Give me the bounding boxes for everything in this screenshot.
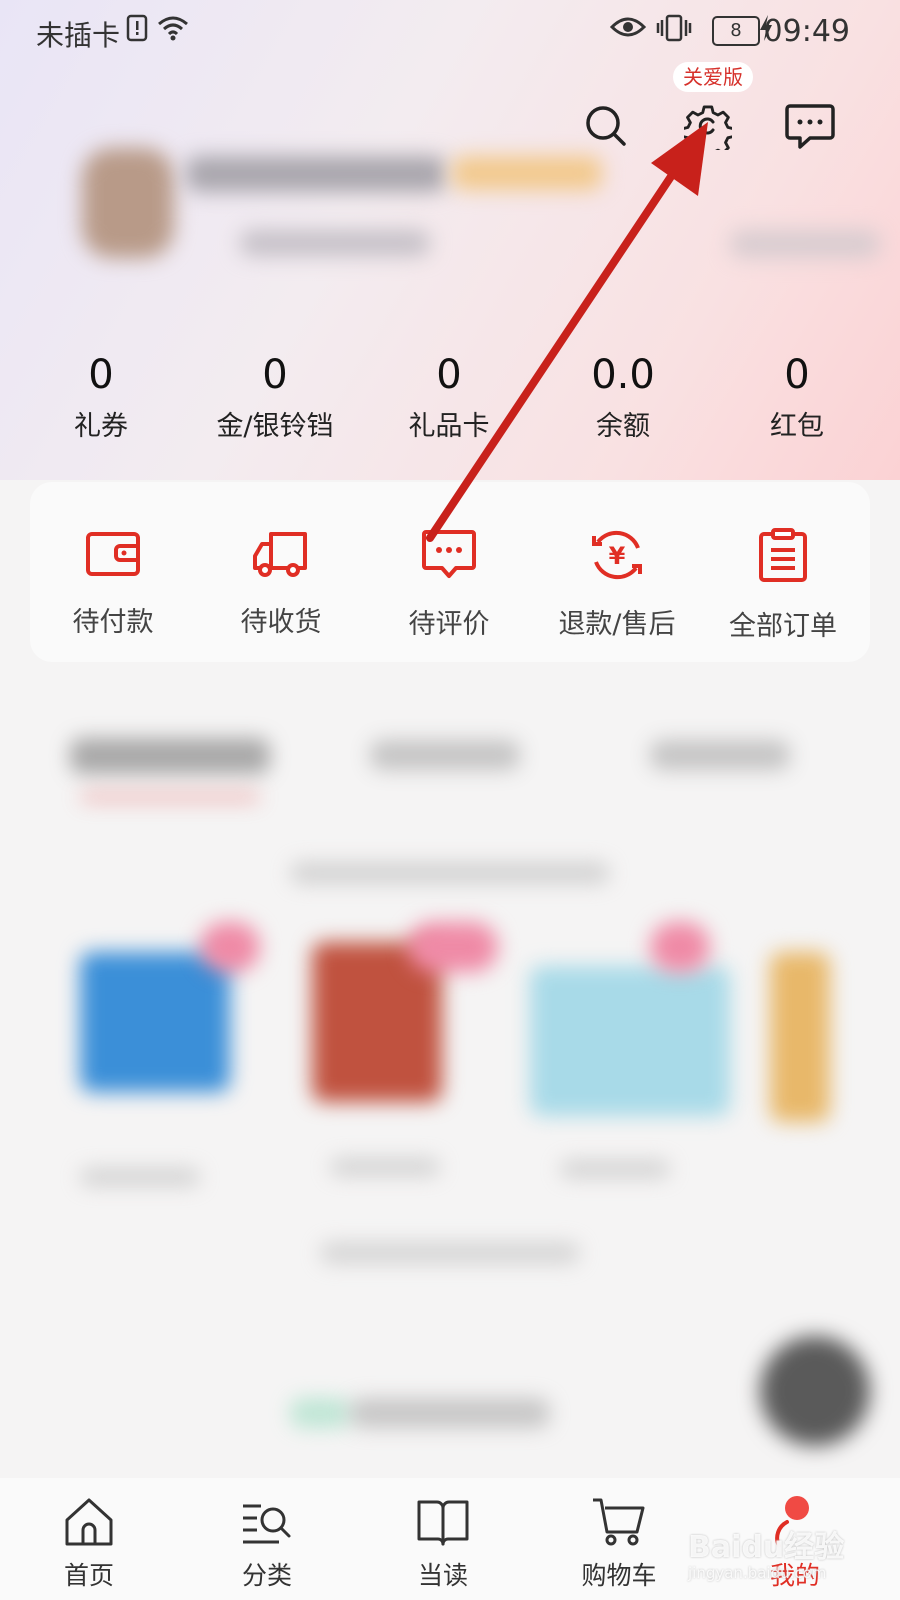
order-label: 待收货 <box>240 607 322 638</box>
blurred-product-title <box>330 1158 440 1176</box>
stat-value: 0 <box>88 352 114 398</box>
order-pending-review[interactable]: 待评价 <box>364 528 534 641</box>
stat-balance[interactable]: 0.0 余额 <box>536 352 710 443</box>
blurred-section-tab[interactable] <box>70 738 270 774</box>
stat-label: 红包 <box>770 411 824 442</box>
blurred-product-image[interactable] <box>770 952 830 1122</box>
search-icon <box>586 106 626 146</box>
stat-coupons[interactable]: 0 礼券 <box>14 352 188 443</box>
stat-red-packets[interactable]: 0 红包 <box>710 352 884 443</box>
order-all-orders[interactable]: 全部订单 <box>698 528 868 643</box>
blurred-product-image[interactable] <box>530 966 730 1116</box>
order-label: 待付款 <box>72 607 154 638</box>
blurred-product-badge <box>408 922 498 972</box>
stat-value: 0 <box>784 352 810 398</box>
stat-value: 0.0 <box>591 352 655 398</box>
messages-button[interactable] <box>782 98 838 154</box>
search-button[interactable] <box>578 98 634 154</box>
tab-label: 首页 <box>63 1561 114 1590</box>
blurred-section-tab[interactable] <box>650 740 790 770</box>
tab-reading[interactable]: 当读 <box>388 1496 498 1592</box>
refund-icon: ¥ <box>592 530 642 580</box>
blurred-username <box>186 156 446 192</box>
eye-icon <box>609 14 647 47</box>
sim-alert-icon <box>126 14 148 49</box>
stat-value: 0 <box>436 352 462 398</box>
stat-bells[interactable]: 0 金/银铃铛 <box>188 352 362 443</box>
stat-label: 金/银铃铛 <box>216 411 334 442</box>
stat-value: 0 <box>262 352 288 398</box>
home-icon <box>65 1498 113 1546</box>
blurred-member-tag <box>452 156 602 190</box>
order-refund-aftersale[interactable]: ¥ 退款/售后 <box>532 528 702 641</box>
category-icon <box>243 1504 291 1544</box>
clock: 09:49 <box>763 14 850 49</box>
blurred-link <box>730 230 880 258</box>
book-icon <box>417 1500 469 1546</box>
watermark-text: Baidu经验 <box>688 1530 845 1565</box>
blurred-tab-indicator <box>80 792 260 802</box>
order-pending-receipt[interactable]: 待收货 <box>196 528 366 639</box>
wifi-icon <box>156 14 190 49</box>
wallet-icon <box>86 532 140 576</box>
blurred-subtitle <box>240 230 430 256</box>
tab-label: 分类 <box>241 1561 292 1590</box>
blurred-heading <box>290 862 610 884</box>
blurred-product-title <box>560 1160 670 1178</box>
svg-text:¥: ¥ <box>609 542 626 570</box>
status-bar: 未插卡 8 09:49 <box>0 0 900 62</box>
tab-cart[interactable]: 购物车 <box>564 1496 674 1592</box>
cart-icon <box>593 1498 645 1546</box>
care-mode-badge[interactable]: 关爱版 <box>673 62 753 92</box>
avatar[interactable] <box>82 148 174 258</box>
tab-label: 购物车 <box>581 1561 657 1590</box>
comment-icon <box>422 530 476 578</box>
truck-icon <box>253 532 307 577</box>
stat-label: 礼券 <box>74 411 128 442</box>
clipboard-icon <box>759 528 807 582</box>
settings-button[interactable] <box>680 98 736 154</box>
account-stats: 0 礼券 0 金/银铃铛 0 礼品卡 0.0 余额 0 红包 <box>0 352 900 443</box>
stat-label: 余额 <box>596 411 650 442</box>
vibrate-icon <box>656 14 692 49</box>
watermark: Baidu经验 jingyan.baidu.com <box>688 1522 844 1582</box>
blurred-tag <box>290 1398 350 1428</box>
blurred-product-title <box>80 1168 200 1186</box>
tab-category[interactable]: 分类 <box>212 1496 322 1592</box>
tab-label: 当读 <box>417 1561 468 1590</box>
blurred-product-badge <box>650 922 710 972</box>
blurred-section-tab[interactable] <box>370 740 520 770</box>
blurred-divider-text <box>320 1242 580 1264</box>
blurred-text <box>350 1398 550 1428</box>
blurred-product-badge <box>200 922 260 972</box>
stat-gift-cards[interactable]: 0 礼品卡 <box>362 352 536 443</box>
order-label: 全部订单 <box>729 611 837 642</box>
blurred-product-image[interactable] <box>80 952 230 1092</box>
tab-home[interactable]: 首页 <box>34 1496 144 1592</box>
stat-label: 礼品卡 <box>408 411 490 442</box>
order-label: 待评价 <box>408 609 490 640</box>
message-icon <box>785 104 835 149</box>
order-pending-payment[interactable]: 待付款 <box>28 528 198 639</box>
carrier-text: 未插卡 <box>36 19 121 52</box>
gear-icon <box>684 105 732 150</box>
floating-button[interactable] <box>760 1336 870 1446</box>
watermark-url: jingyan.baidu.com <box>688 1564 827 1582</box>
order-label: 退款/售后 <box>558 609 676 640</box>
battery-indicator: 8 <box>712 16 760 46</box>
